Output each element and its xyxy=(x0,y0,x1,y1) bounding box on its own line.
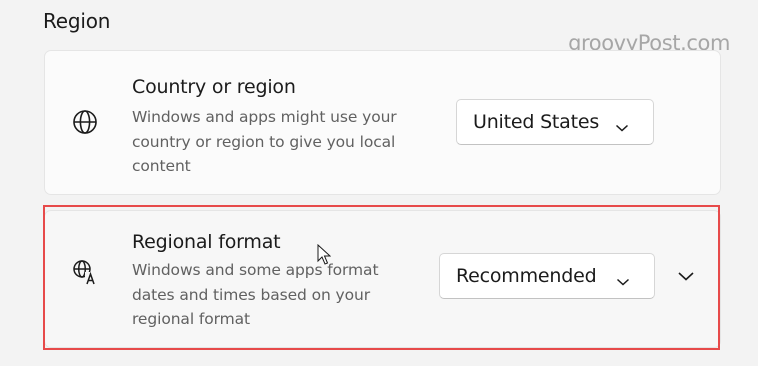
regional-format-title: Regional format xyxy=(132,231,281,253)
country-region-title: Country or region xyxy=(132,76,296,98)
chevron-down-icon xyxy=(616,270,630,286)
country-region-dropdown[interactable]: United States xyxy=(456,99,654,145)
country-region-card: Country or region Windows and apps might… xyxy=(44,50,721,195)
expand-chevron-icon[interactable] xyxy=(677,268,695,282)
regional-format-dropdown-value: Recommended xyxy=(456,265,597,287)
country-region-dropdown-value: United States xyxy=(473,111,600,133)
mouse-cursor-icon xyxy=(317,243,332,266)
globe-icon xyxy=(71,108,99,136)
regional-format-card[interactable]: Regional format Windows and some apps fo… xyxy=(44,210,721,348)
regional-format-description: Windows and some apps format dates and t… xyxy=(132,261,379,328)
section-title: Region xyxy=(43,9,111,33)
chevron-down-icon xyxy=(615,116,629,132)
regional-format-dropdown[interactable]: Recommended xyxy=(439,253,655,299)
country-region-description: Windows and apps might use your country … xyxy=(132,108,397,175)
language-format-icon xyxy=(71,258,99,286)
